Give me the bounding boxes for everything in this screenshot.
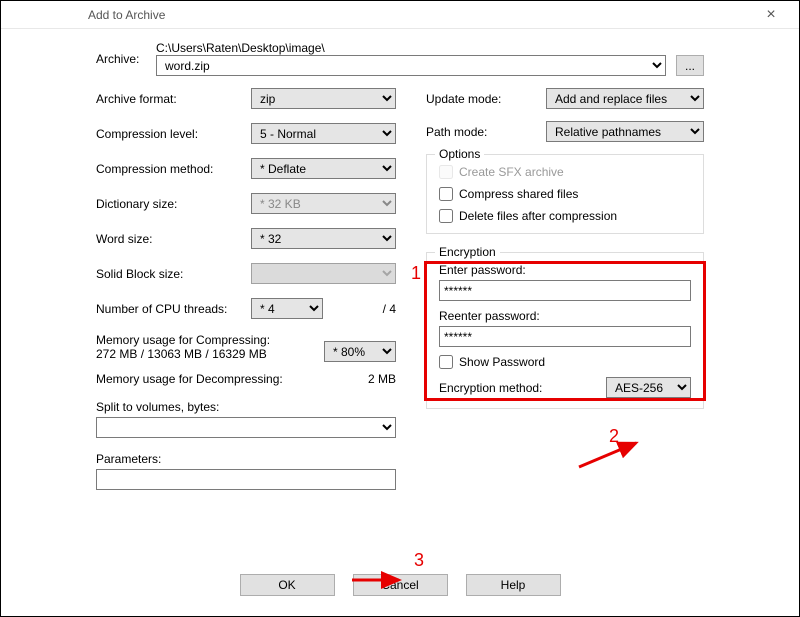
help-button[interactable]: Help [466,574,561,596]
memory-compress-value: 272 MB / 13063 MB / 16329 MB [96,347,324,361]
annotation-arrow-3 [349,571,411,589]
ok-button[interactable]: OK [240,574,335,596]
parameters-input[interactable] [96,469,396,490]
memory-decompress-label: Memory usage for Decompressing: [96,372,368,386]
left-column: Archive format: zip Compression level: 5… [96,88,396,490]
delete-label: Delete files after compression [459,209,617,223]
cpu-threads-label: Number of CPU threads: [96,302,251,316]
dictionary-size-label: Dictionary size: [96,197,251,211]
titlebar: Add to Archive × [1,1,799,29]
memory-compress-label: Memory usage for Compressing: [96,333,324,347]
archive-filename-select[interactable]: word.zip [156,55,666,76]
sfx-checkbox [439,165,453,179]
annotation-number-1: 1 [411,263,421,284]
options-group: Options Create SFX archive Compress shar… [426,154,704,234]
compression-level-label: Compression level: [96,127,251,141]
encryption-legend: Encryption [435,245,500,259]
shared-checkbox[interactable] [439,187,453,201]
update-mode-select[interactable]: Add and replace files [546,88,704,109]
solid-block-label: Solid Block size: [96,267,251,281]
solid-block-select [251,263,396,284]
archive-row: Archive: C:\Users\Raten\Desktop\image\ w… [96,41,704,76]
close-button[interactable]: × [751,6,791,24]
compression-method-label: Compression method: [96,162,251,176]
archive-format-label: Archive format: [96,92,251,106]
cpu-threads-total: / 4 [323,302,396,316]
archive-format-select[interactable]: zip [251,88,396,109]
annotation-box-1 [424,261,706,401]
cpu-threads-select[interactable]: * 4 [251,298,323,319]
annotation-arrow-2 [574,439,654,474]
delete-checkbox[interactable] [439,209,453,223]
parameters-label: Parameters: [96,452,396,466]
word-size-label: Word size: [96,232,251,246]
split-volumes-select[interactable] [96,417,396,438]
compression-method-select[interactable]: * Deflate [251,158,396,179]
split-volumes-label: Split to volumes, bytes: [96,400,396,414]
compression-level-select[interactable]: 5 - Normal [251,123,396,144]
dictionary-size-select[interactable]: * 32 KB [251,193,396,214]
window-title: Add to Archive [13,8,751,22]
sfx-label: Create SFX archive [459,165,564,179]
memory-percent-select[interactable]: * 80% [324,341,396,362]
path-mode-label: Path mode: [426,125,546,139]
browse-button[interactable]: ... [676,55,704,76]
path-mode-select[interactable]: Relative pathnames [546,121,704,142]
shared-label: Compress shared files [459,187,578,201]
archive-path: C:\Users\Raten\Desktop\image\ [156,41,704,55]
word-size-select[interactable]: * 32 [251,228,396,249]
annotation-number-3: 3 [414,550,424,571]
archive-label: Archive: [96,52,156,66]
memory-decompress-value: 2 MB [368,372,396,386]
update-mode-label: Update mode: [426,92,546,106]
options-legend: Options [435,147,484,161]
